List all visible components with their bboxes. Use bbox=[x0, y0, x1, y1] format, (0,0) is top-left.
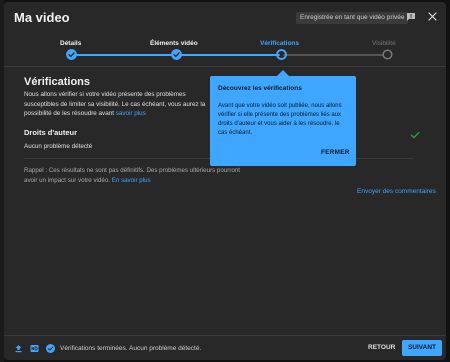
step-done-check-icon[interactable] bbox=[66, 49, 77, 60]
dialog-title: Ma video bbox=[14, 10, 70, 25]
close-icon[interactable] bbox=[428, 12, 437, 21]
checks-intro-text: Nous allons vérifier si votre vidéo prés… bbox=[24, 90, 212, 119]
saved-as-private-badge: Enregistrée en tant que vidéo privée bbox=[296, 12, 409, 24]
step-active-dot-icon[interactable] bbox=[276, 49, 287, 60]
reminder-learn-more-link[interactable]: En savoir plus bbox=[112, 177, 151, 184]
copyright-section-title: Droits d'auteur bbox=[24, 128, 78, 137]
checks-heading: Vérifications bbox=[24, 76, 91, 88]
upload-icon[interactable] bbox=[14, 344, 23, 353]
learn-more-link[interactable]: savoir plus bbox=[116, 110, 146, 117]
check-icon bbox=[410, 131, 420, 139]
step-label-visibility[interactable]: Visibilité bbox=[372, 40, 396, 47]
upload-stepper: Détails Éléments vidéo Vérifications Vis… bbox=[4, 34, 446, 64]
footer-status-text: Vérifications terminées. Aucun problème … bbox=[60, 345, 202, 352]
popup-arrow bbox=[277, 70, 289, 76]
feedback-icon[interactable] bbox=[406, 12, 416, 22]
step-label-video-elements[interactable]: Éléments vidéo bbox=[150, 40, 198, 47]
step-done-check-icon[interactable] bbox=[171, 49, 182, 60]
next-button[interactable]: SUIVANT bbox=[402, 340, 442, 356]
step-label-details[interactable]: Détails bbox=[60, 40, 81, 47]
step-label-checks[interactable]: Vérifications bbox=[260, 40, 299, 47]
step-inactive-dot-icon[interactable] bbox=[382, 49, 393, 60]
step-line-3 bbox=[282, 54, 388, 56]
step-line-2 bbox=[177, 54, 282, 56]
dialog-footer: Vérifications terminées. Aucun problème … bbox=[4, 336, 446, 360]
popup-close-button[interactable]: FERMER bbox=[321, 149, 350, 156]
step-line-1 bbox=[72, 54, 177, 56]
popup-body: Avant que votre vidéo soit publiée, nous… bbox=[218, 103, 342, 136]
hd-icon[interactable] bbox=[30, 344, 39, 353]
copyright-status: Aucun problème détecté bbox=[24, 143, 93, 150]
back-button[interactable]: RETOUR bbox=[368, 344, 395, 351]
checks-info-popup: Découvrez les vérifications Avant que vo… bbox=[210, 70, 356, 166]
popup-title: Découvrez les vérifications bbox=[218, 85, 302, 92]
checks-intro-body: Nous allons vérifier si votre vidéo prés… bbox=[24, 91, 206, 117]
upload-dialog: Ma video Enregistrée en tant que vidéo p… bbox=[4, 2, 446, 360]
dialog-header: Ma video Enregistrée en tant que vidéo p… bbox=[4, 2, 446, 32]
send-feedback-link[interactable]: Envoyer des commentaires bbox=[357, 188, 436, 195]
check-circle-icon[interactable] bbox=[46, 344, 55, 353]
reminder-text: Rappel : Ces résultats ne sont pas défin… bbox=[24, 166, 254, 186]
header-divider bbox=[4, 66, 446, 67]
